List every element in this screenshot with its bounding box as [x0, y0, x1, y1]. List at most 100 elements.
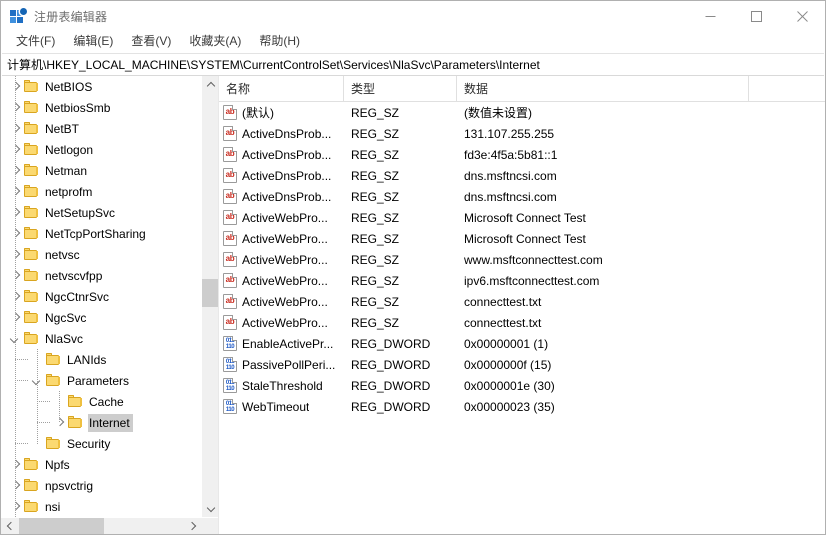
expand-chevron-right-icon[interactable]	[7, 97, 23, 118]
tree-scroll-right-button[interactable]	[184, 518, 201, 534]
collapse-chevron-down-icon[interactable]	[7, 328, 23, 349]
expand-chevron-right-icon[interactable]	[7, 265, 23, 286]
tree-item-nlasvc[interactable]: NlaSvc	[1, 328, 201, 349]
window-controls	[687, 1, 825, 31]
expand-chevron-right-icon[interactable]	[7, 307, 23, 328]
menu-edit[interactable]: 编辑(E)	[64, 32, 122, 52]
value-row[interactable]: abActiveWebPro...REG_SZipv6.msftconnectt…	[219, 270, 825, 291]
expand-chevron-right-icon[interactable]	[7, 76, 23, 97]
tree-item-netvsc[interactable]: netvsc	[1, 244, 201, 265]
tree-item-netman[interactable]: Netman	[1, 160, 201, 181]
tree-item-security[interactable]: Security	[1, 433, 201, 454]
column-header-data[interactable]: 数据	[457, 76, 749, 101]
folder-icon	[23, 269, 39, 282]
chevron-down-icon	[207, 505, 215, 513]
value-row[interactable]: 011110WebTimeoutREG_DWORD0x00000023 (35)	[219, 396, 825, 417]
value-type: REG_SZ	[344, 169, 457, 183]
expand-chevron-right-icon[interactable]	[7, 496, 23, 517]
expand-chevron-right-icon[interactable]	[7, 475, 23, 496]
minimize-button[interactable]	[687, 1, 733, 31]
tree-item-parameters[interactable]: Parameters	[1, 370, 201, 391]
tree-item-internet[interactable]: Internet	[1, 412, 201, 433]
tree-scroll-left-button[interactable]	[1, 518, 18, 534]
tree-scroll-up-button[interactable]	[202, 76, 218, 93]
expand-chevron-right-icon[interactable]	[7, 244, 23, 265]
tree-item-nsi[interactable]: nsi	[1, 496, 201, 517]
value-row[interactable]: abActiveWebPro...REG_SZconnecttest.txt	[219, 312, 825, 333]
value-row[interactable]: abActiveWebPro...REG_SZMicrosoft Connect…	[219, 207, 825, 228]
value-row[interactable]: abActiveWebPro...REG_SZconnecttest.txt	[219, 291, 825, 312]
close-button[interactable]	[779, 1, 825, 31]
menu-view[interactable]: 查看(V)	[122, 32, 180, 52]
title-bar: 注册表编辑器	[1, 1, 825, 31]
tree-item-netsetupsvc[interactable]: NetSetupSvc	[1, 202, 201, 223]
menu-file[interactable]: 文件(F)	[7, 32, 64, 52]
value-row[interactable]: 011110PassivePollPeri...REG_DWORD0x00000…	[219, 354, 825, 375]
address-bar[interactable]: 计算机\HKEY_LOCAL_MACHINE\SYSTEM\CurrentCon…	[2, 53, 824, 76]
tree-item-ngcctnrsvc[interactable]: NgcCtnrSvc	[1, 286, 201, 307]
tree-item-label: NetBIOS	[44, 78, 95, 96]
value-data: (数值未设置)	[457, 104, 825, 121]
tree-item-npsvctrig[interactable]: npsvctrig	[1, 475, 201, 496]
tree-viewport: NetBIOSNetbiosSmbNetBT NetlogonNetmannetp…	[1, 76, 201, 517]
expand-chevron-right-icon[interactable]	[7, 223, 23, 244]
column-header-name[interactable]: 名称	[219, 76, 344, 101]
window-title: 注册表编辑器	[34, 8, 107, 25]
folder-icon	[23, 164, 39, 177]
tree-item-nettcpportsharing[interactable]: NetTcpPortSharing	[1, 223, 201, 244]
value-row[interactable]: abActiveWebPro...REG_SZwww.msftconnectte…	[219, 249, 825, 270]
expand-chevron-right-icon[interactable]	[7, 181, 23, 202]
folder-icon	[23, 227, 39, 240]
tree-scrollbar-thumb[interactable]	[202, 279, 218, 307]
value-row[interactable]: abActiveDnsProb...REG_SZdns.msftncsi.com	[219, 165, 825, 186]
value-type: REG_SZ	[344, 295, 457, 309]
tree-item-netprofm[interactable]: netprofm	[1, 181, 201, 202]
tree-scroll-down-button[interactable]	[202, 500, 218, 517]
expand-chevron-right-icon[interactable]	[7, 160, 23, 181]
value-name: ActiveDnsProb...	[242, 189, 331, 205]
expand-chevron-right-icon[interactable]	[7, 118, 23, 139]
tree-item-netbt[interactable]: NetBT	[1, 118, 201, 139]
folder-icon	[23, 479, 39, 492]
value-row[interactable]: abActiveWebPro...REG_SZMicrosoft Connect…	[219, 228, 825, 249]
tree-vertical-scrollbar[interactable]	[201, 76, 218, 517]
value-row[interactable]: abActiveDnsProb...REG_SZdns.msftncsi.com	[219, 186, 825, 207]
tree-item-netbiossmb[interactable]: NetbiosSmb	[1, 97, 201, 118]
collapse-chevron-down-icon[interactable]	[29, 370, 45, 391]
string-value-icon: ab	[223, 126, 237, 141]
tree-horizontal-scrollbar[interactable]	[1, 517, 218, 534]
value-row[interactable]: 011110EnableActivePr...REG_DWORD0x000000…	[219, 333, 825, 354]
value-row[interactable]: abActiveDnsProb...REG_SZ131.107.255.255	[219, 123, 825, 144]
tree-item-label: Netlogon	[44, 141, 96, 159]
tree-item-netlogon[interactable]: Netlogon	[1, 139, 201, 160]
tree-item-label: NlaSvc	[44, 330, 86, 348]
expand-chevron-right-icon[interactable]	[7, 454, 23, 475]
value-data: Microsoft Connect Test	[457, 232, 825, 246]
tree-item-netvscvfpp[interactable]: netvscvfpp	[1, 265, 201, 286]
tree-item-npfs[interactable]: Npfs	[1, 454, 201, 475]
tree-item-cache[interactable]: Cache	[1, 391, 201, 412]
tree-item-netbios[interactable]: NetBIOS	[1, 76, 201, 97]
expand-chevron-right-icon[interactable]	[7, 139, 23, 160]
value-row[interactable]: 011110StaleThresholdREG_DWORD0x0000001e …	[219, 375, 825, 396]
string-value-icon: ab	[223, 147, 237, 162]
value-name-cell: abActiveDnsProb...	[219, 126, 344, 142]
expand-chevron-right-icon[interactable]	[7, 286, 23, 307]
column-header-type[interactable]: 类型	[344, 76, 457, 101]
menu-help[interactable]: 帮助(H)	[250, 32, 309, 52]
expand-chevron-right-icon[interactable]	[51, 412, 67, 433]
menu-favorites[interactable]: 收藏夹(A)	[180, 32, 250, 52]
chevron-right-icon	[189, 522, 197, 530]
expand-chevron-right-icon[interactable]	[7, 202, 23, 223]
maximize-button[interactable]	[733, 1, 779, 31]
tree-hscrollbar-thumb[interactable]	[19, 518, 104, 534]
tree-item-lanids[interactable]: LANIds	[1, 349, 201, 370]
tree-item-label: NgcCtnrSvc	[44, 288, 112, 306]
tree-item-ngcsvc[interactable]: NgcSvc	[1, 307, 201, 328]
tree-connector	[37, 422, 50, 423]
value-row[interactable]: ab(默认)REG_SZ(数值未设置)	[219, 102, 825, 123]
value-data: 0x0000001e (30)	[457, 379, 825, 393]
dword-value-icon: 011110	[223, 357, 237, 372]
value-row[interactable]: abActiveDnsProb...REG_SZfd3e:4f5a:5b81::…	[219, 144, 825, 165]
tree-scroll-area: NetBIOSNetbiosSmbNetBT NetlogonNetmannetp…	[1, 76, 218, 517]
